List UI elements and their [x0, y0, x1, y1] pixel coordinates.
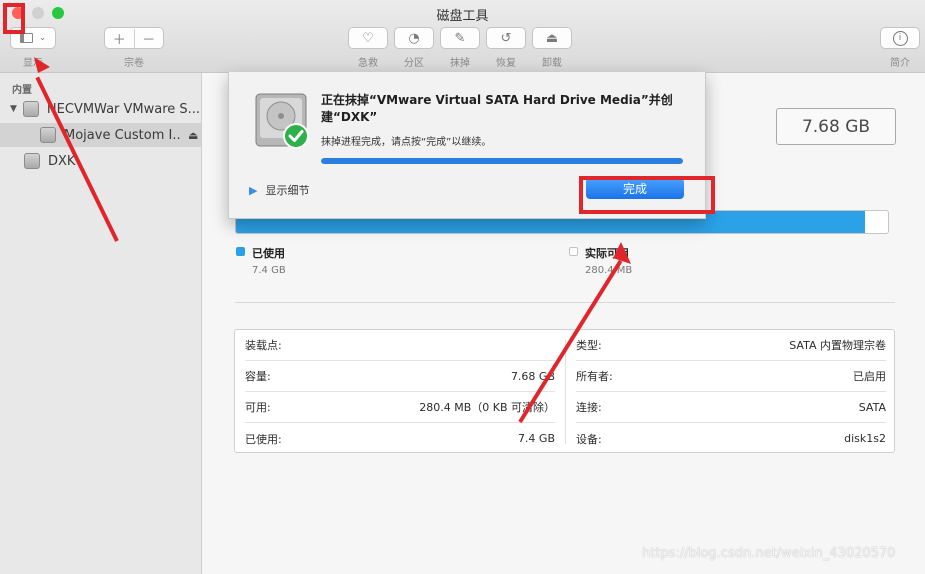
- chevron-down-icon: ⌄: [38, 33, 47, 43]
- info-value: SATA: [858, 400, 886, 414]
- used-legend-swatch: [236, 247, 245, 256]
- info-row-available: 可用: 280.4 MB（0 KB 可清除）: [245, 392, 555, 423]
- erase-progress-bar: [321, 158, 683, 164]
- info-row-capacity: 容量: 7.68 GB: [245, 361, 555, 392]
- info-row-mount-point: 装载点:: [245, 330, 555, 361]
- first-aid-button[interactable]: ♡: [348, 27, 388, 49]
- info-value: SATA 内置物理宗卷: [789, 339, 886, 352]
- partition-label: 分区: [404, 58, 424, 69]
- info-icon: i: [892, 30, 908, 46]
- info-value: 7.4 GB: [517, 432, 555, 445]
- eject-icon: ⏏: [545, 30, 559, 46]
- arrowhead-icon: [34, 57, 50, 73]
- show-details-toggle[interactable]: ▶ 显示细节: [249, 182, 309, 198]
- sidebar-item-label: Mojave Custom I...: [64, 127, 182, 143]
- sidebar-item-label: NECVMWar VMware S...: [46, 101, 201, 117]
- info-row-connection: 连接: SATA: [576, 392, 886, 423]
- erase-label: 抹掉: [450, 58, 470, 69]
- stethoscope-icon: ♡: [362, 30, 374, 46]
- toolbar: 磁盘工具 ⌄ 显示 ＋ － 宗卷 ♡ 急救 ◔ 分区 ✎ 抹掉 ↺ 恢复 ⏏ 卸: [0, 0, 925, 73]
- volume-label: 宗卷: [124, 58, 144, 69]
- info-label: 简介: [890, 58, 910, 69]
- arrowhead-icon: [613, 242, 631, 264]
- sheet-title: 正在抹掉“VMware Virtual SATA Hard Drive Medi…: [321, 93, 673, 124]
- hard-drive-check-icon: [255, 93, 309, 149]
- info-row-owners: 所有者: 已启用: [576, 361, 886, 392]
- info-key: 设备:: [576, 432, 602, 446]
- sidebar-icon: [19, 33, 33, 43]
- sidebar-section-internal: 内置: [12, 85, 32, 96]
- info-column-divider: [565, 340, 566, 444]
- available-legend-swatch: [569, 247, 578, 256]
- unmount-label: 卸载: [542, 58, 562, 69]
- restore-button[interactable]: ↺: [486, 27, 526, 49]
- info-key: 装载点:: [245, 339, 282, 352]
- first-aid-label: 急救: [358, 58, 378, 69]
- unmount-button[interactable]: ⏏: [532, 27, 572, 49]
- info-key: 容量:: [245, 370, 271, 383]
- info-key: 所有者:: [576, 370, 613, 383]
- used-legend-title: 已使用: [252, 247, 285, 260]
- used-legend-value: 7.4 GB: [252, 265, 286, 276]
- disclosure-triangle-icon[interactable]: ▼: [10, 104, 17, 114]
- pencil-icon: ✎: [454, 30, 466, 46]
- erase-progress-fill: [321, 158, 683, 164]
- annotation-highlight-close: [3, 3, 25, 34]
- info-row-type: 类型: SATA 内置物理宗卷: [576, 330, 886, 361]
- hard-drive-icon: [40, 127, 56, 143]
- annotation-highlight-done: [579, 176, 715, 214]
- window-title: 磁盘工具: [436, 9, 489, 24]
- undo-icon: ↺: [500, 30, 512, 46]
- info-key: 已使用:: [245, 432, 282, 446]
- info-row-device: 设备: disk1s2: [576, 423, 886, 454]
- volume-size: 7.68 GB: [776, 108, 896, 145]
- info-value: disk1s2: [844, 432, 886, 445]
- info-key: 类型:: [576, 339, 602, 352]
- info-key: 连接:: [576, 401, 602, 414]
- section-divider: [235, 302, 895, 303]
- pie-chart-icon: ◔: [408, 30, 420, 46]
- sidebar: 内置 ▼ NECVMWar VMware S... Mojave Custom …: [0, 73, 202, 574]
- restore-label: 恢复: [496, 58, 516, 69]
- disclosure-right-icon: ▶: [249, 183, 258, 197]
- watermark-text: https://blog.csdn.net/weixin_43020570: [642, 546, 896, 561]
- add-volume-icon[interactable]: ＋: [105, 28, 135, 48]
- sidebar-item-label: DXK: [48, 153, 76, 169]
- info-key: 可用:: [245, 401, 271, 414]
- hard-drive-icon: [22, 101, 39, 117]
- info-row-used: 已使用: 7.4 GB: [245, 423, 555, 454]
- remove-volume-icon[interactable]: －: [135, 29, 164, 48]
- show-details-label: 显示细节: [265, 184, 310, 197]
- volume-buttons: ＋ －: [104, 27, 164, 49]
- sidebar-item-mojave[interactable]: Mojave Custom I... ⏏: [0, 123, 201, 147]
- info-value: 已启用: [853, 370, 886, 383]
- sidebar-item-dxk[interactable]: DXK: [0, 149, 201, 173]
- partition-button[interactable]: ◔: [394, 27, 434, 49]
- sidebar-item-vmware-disk[interactable]: ▼ NECVMWar VMware S...: [0, 97, 201, 121]
- sheet-status: 抹掉进程完成，请点按“完成”以继续。: [321, 137, 492, 148]
- hard-drive-icon: [24, 153, 40, 169]
- disk-utility-window: 磁盘工具 ⌄ 显示 ＋ － 宗卷 ♡ 急救 ◔ 分区 ✎ 抹掉 ↺ 恢复 ⏏ 卸: [0, 0, 925, 574]
- info-button[interactable]: i: [880, 27, 920, 49]
- eject-icon[interactable]: ⏏: [188, 129, 198, 142]
- erase-button[interactable]: ✎: [440, 27, 480, 49]
